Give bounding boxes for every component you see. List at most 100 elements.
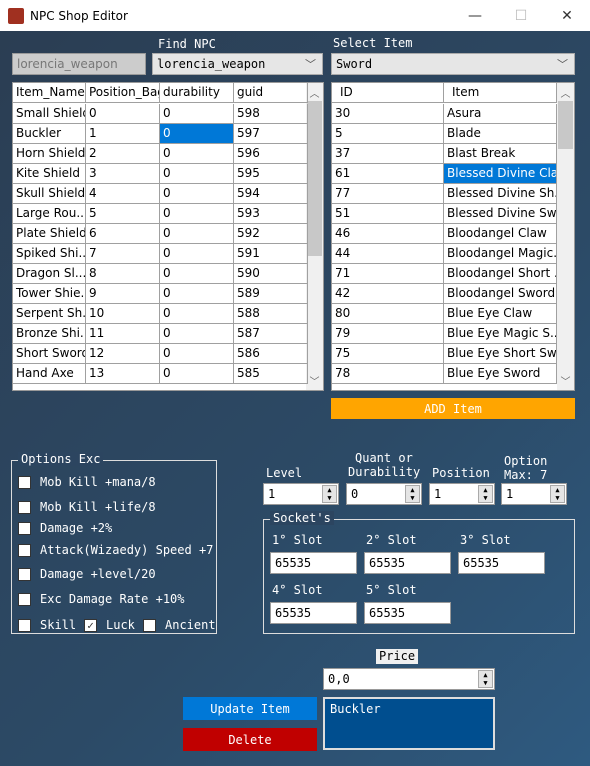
- table-row[interactable]: 46 Bloodangel Claw: [332, 224, 557, 244]
- table-cell[interactable]: Bloodangel Short ...: [444, 264, 557, 284]
- table-row[interactable]: 30 Asura: [332, 104, 557, 124]
- table-cell[interactable]: 2: [86, 144, 160, 164]
- table-cell[interactable]: 0: [160, 224, 234, 244]
- table-row[interactable]: Small Shield 0 0 598: [13, 104, 308, 124]
- scroll-down-icon[interactable]: ﹀: [306, 373, 323, 388]
- table-cell[interactable]: 598: [234, 104, 308, 124]
- table-row[interactable]: 79 Blue Eye Magic S...: [332, 324, 557, 344]
- update-item-button[interactable]: Update Item: [183, 697, 317, 720]
- table-cell[interactable]: 592: [234, 224, 308, 244]
- checkbox-box[interactable]: [18, 500, 31, 514]
- find-npc-select[interactable]: lorencia_weapon ﹀: [152, 53, 323, 75]
- table-cell[interactable]: Kite Shield: [13, 164, 86, 184]
- scroll-down-icon[interactable]: ﹀: [557, 373, 574, 388]
- quantity-stepper[interactable]: 0 ▲ ▼: [346, 483, 422, 505]
- table-row[interactable]: 61Blessed Divine Cla...: [332, 164, 557, 184]
- table-cell[interactable]: Blessed Divine Sh...: [444, 184, 557, 204]
- spin-arrows-icon[interactable]: ▲ ▼: [478, 670, 493, 688]
- table-cell[interactable]: 4: [86, 184, 160, 204]
- table-cell[interactable]: Spiked Shi...: [13, 244, 86, 264]
- table-row[interactable]: 51 Blessed Divine Sw...: [332, 204, 557, 224]
- table-cell[interactable]: 1: [86, 124, 160, 144]
- table-row[interactable]: Dragon Sl... 8 0 590: [13, 264, 308, 284]
- table-cell[interactable]: 80: [332, 304, 444, 324]
- table-row[interactable]: 75 Blue Eye Short Sw...: [332, 344, 557, 364]
- table-cell[interactable]: Plate Shield: [13, 224, 86, 244]
- table-cell[interactable]: 0: [160, 284, 234, 304]
- table-cell[interactable]: Tower Shie...: [13, 284, 86, 304]
- shop-table-scrollbar[interactable]: ︿ ﹀: [306, 83, 323, 390]
- checkbox-box[interactable]: [18, 567, 31, 581]
- scroll-up-icon[interactable]: ︿: [557, 85, 574, 100]
- table-cell[interactable]: 0: [160, 244, 234, 264]
- socket-slot-field[interactable]: 65535: [270, 552, 357, 574]
- table-cell[interactable]: 79: [332, 324, 444, 344]
- table-cell[interactable]: Blessed Divine Sw...: [444, 204, 557, 224]
- luck-checkbox[interactable]: ✓ Luck: [84, 618, 135, 632]
- table-cell[interactable]: 594: [234, 184, 308, 204]
- position-stepper[interactable]: 1 ▲ ▼: [429, 483, 495, 505]
- checkbox-box[interactable]: [143, 618, 156, 632]
- table-cell[interactable]: 78: [332, 364, 444, 384]
- checkbox-box[interactable]: [18, 475, 31, 489]
- scroll-thumb[interactable]: [558, 101, 573, 149]
- scroll-up-icon[interactable]: ︿: [306, 85, 323, 100]
- minimize-button[interactable]: —: [452, 0, 498, 31]
- table-cell[interactable]: 0: [160, 344, 234, 364]
- checkbox-box[interactable]: [18, 592, 31, 606]
- table-cell[interactable]: Bloodangel Magic...: [444, 244, 557, 264]
- spin-arrows-icon[interactable]: ▲ ▼: [405, 485, 420, 503]
- npc-name-field[interactable]: lorencia_weapon: [12, 53, 146, 75]
- table-cell[interactable]: Dragon Sl...: [13, 264, 86, 284]
- table-cell[interactable]: 77: [332, 184, 444, 204]
- table-row[interactable]: Spiked Shi... 7 0 591: [13, 244, 308, 264]
- socket-slot-field[interactable]: 65535: [364, 602, 451, 624]
- table-cell[interactable]: Blue Eye Claw: [444, 304, 557, 324]
- table-cell[interactable]: Blast Break: [444, 144, 557, 164]
- table-cell[interactable]: 0: [160, 364, 234, 384]
- table-cell[interactable]: 587: [234, 324, 308, 344]
- table-cell[interactable]: Small Shield: [13, 104, 86, 124]
- table-cell[interactable]: 0: [160, 144, 234, 164]
- column-header[interactable]: Item_Name: [13, 83, 86, 103]
- table-row[interactable]: Short Sword 12 0 586: [13, 344, 308, 364]
- table-cell[interactable]: 595: [234, 164, 308, 184]
- table-cell[interactable]: 585: [234, 364, 308, 384]
- table-row[interactable]: Horn Shield 2 0 596: [13, 144, 308, 164]
- checkbox-box[interactable]: [18, 543, 31, 557]
- exc-option-checkbox[interactable]: Mob Kill +life/8: [18, 500, 156, 514]
- item-list-table[interactable]: ︿ ﹀ ID Item 30 Asura 5 Blade 37 Blast Break 61 Bl…: [331, 82, 575, 391]
- table-cell[interactable]: Horn Shield: [13, 144, 86, 164]
- table-cell[interactable]: 590: [234, 264, 308, 284]
- table-cell[interactable]: 46: [332, 224, 444, 244]
- select-item-select[interactable]: Sword ﹀: [331, 53, 575, 75]
- table-row[interactable]: Plate Shield 6 0 592: [13, 224, 308, 244]
- exc-option-checkbox[interactable]: Damage +2%: [18, 521, 112, 535]
- table-cell[interactable]: 9: [86, 284, 160, 304]
- close-button[interactable]: ✕: [544, 0, 590, 31]
- table-cell[interactable]: 589: [234, 284, 308, 304]
- table-row[interactable]: 71 Bloodangel Short ...: [332, 264, 557, 284]
- table-cell[interactable]: 61: [332, 164, 444, 184]
- table-cell[interactable]: 7: [86, 244, 160, 264]
- column-header[interactable]: guid: [234, 83, 308, 103]
- spin-arrows-icon[interactable]: ▲ ▼: [322, 485, 337, 503]
- price-stepper[interactable]: 0,0 ▲ ▼: [323, 668, 495, 690]
- table-cell[interactable]: Asura: [444, 104, 557, 124]
- table-row[interactable]: 5 Blade: [332, 124, 557, 144]
- table-cell[interactable]: Blessed Divine Cla...: [444, 164, 557, 184]
- scroll-thumb[interactable]: [307, 101, 322, 256]
- table-cell[interactable]: 593: [234, 204, 308, 224]
- table-cell[interactable]: 30: [332, 104, 444, 124]
- table-cell[interactable]: Blue Eye Short Sw...: [444, 344, 557, 364]
- table-cell[interactable]: 591: [234, 244, 308, 264]
- socket-slot-field[interactable]: 65535: [458, 552, 545, 574]
- table-cell[interactable]: 51: [332, 204, 444, 224]
- maximize-button[interactable]: ☐: [498, 0, 544, 31]
- table-cell[interactable]: 0: [160, 184, 234, 204]
- table-cell[interactable]: 597: [234, 124, 308, 144]
- table-row[interactable]: Tower Shie... 9 0 589: [13, 284, 308, 304]
- delete-button[interactable]: Delete: [183, 728, 317, 751]
- level-stepper[interactable]: 1 ▲ ▼: [263, 483, 339, 505]
- table-cell[interactable]: Blue Eye Sword: [444, 364, 557, 384]
